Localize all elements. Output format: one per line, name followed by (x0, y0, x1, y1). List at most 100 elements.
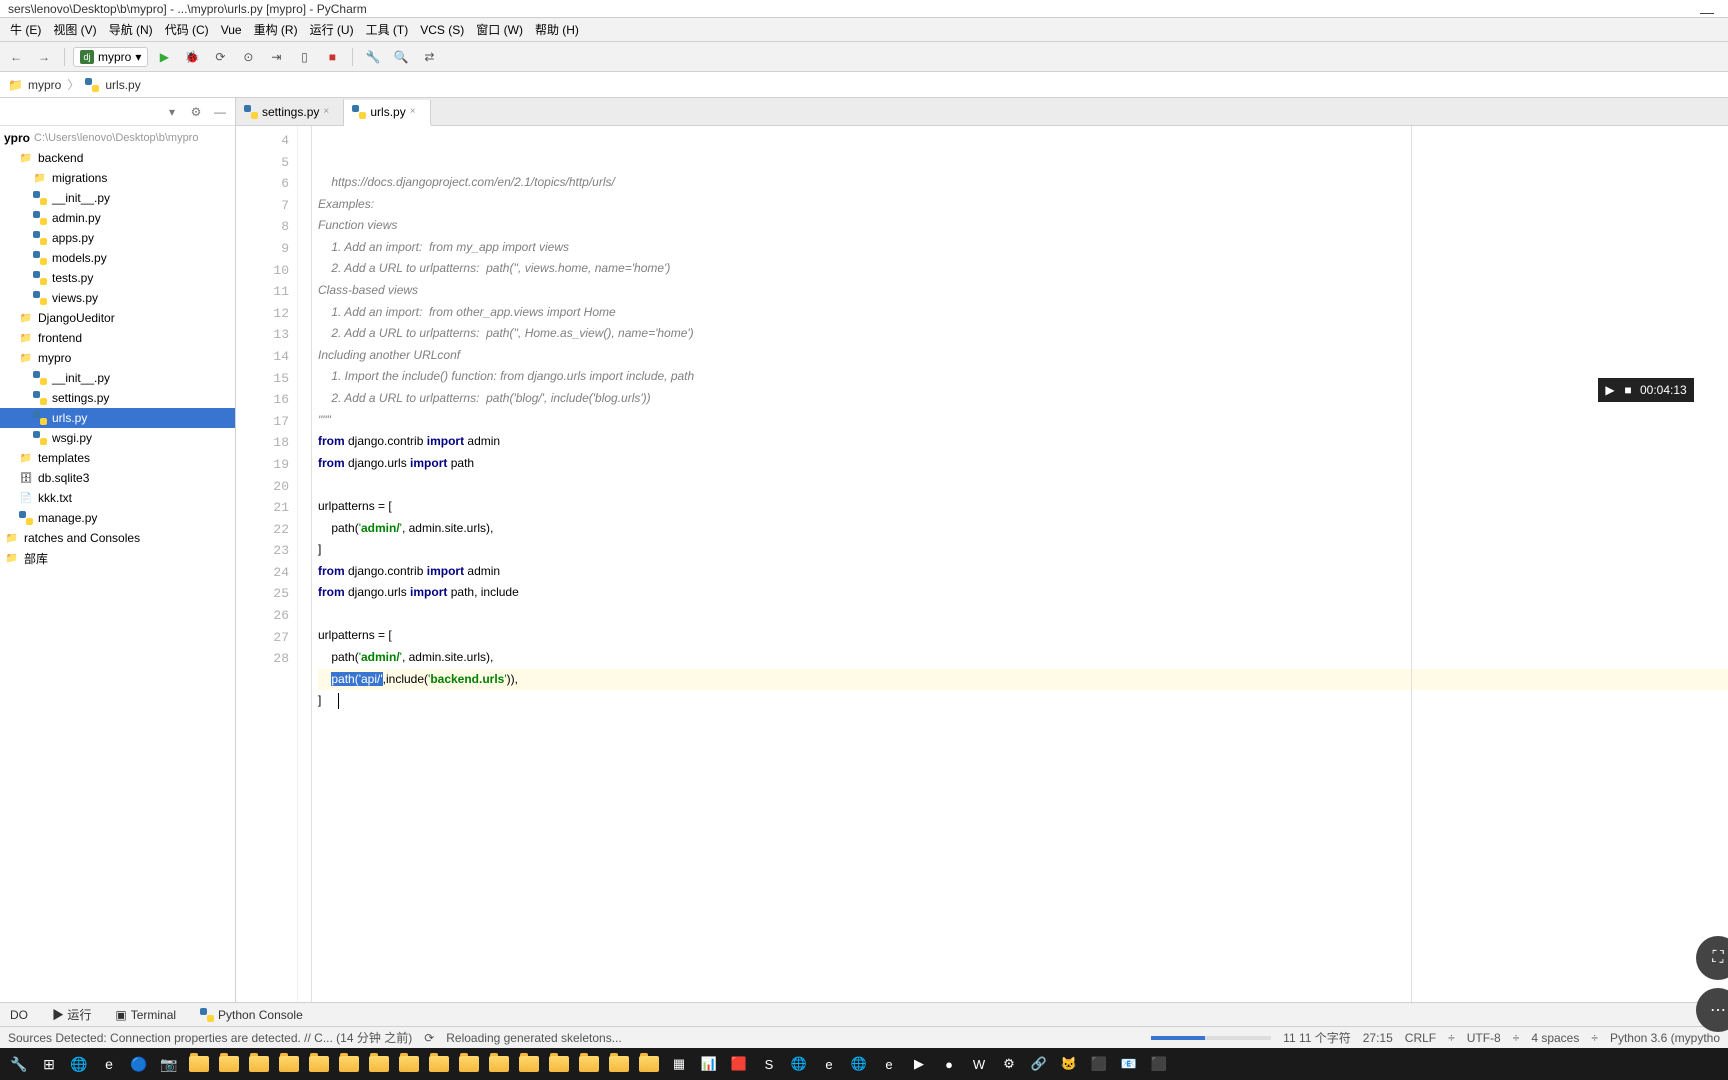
code-line[interactable]: from django.contrib import admin (318, 561, 1728, 583)
tree-row[interactable]: 📁ratches and Consoles (0, 528, 235, 548)
taskbar-folder[interactable] (455, 1050, 483, 1078)
fold-marker[interactable] (298, 450, 311, 472)
fold-marker[interactable] (298, 277, 311, 299)
code-line[interactable]: """ (318, 410, 1728, 432)
code-line[interactable]: from django.urls import path (318, 453, 1728, 475)
menu-item[interactable]: 窗口 (W) (470, 19, 529, 40)
tree-row[interactable]: manage.py (0, 508, 235, 528)
taskbar-item[interactable]: ▦ (665, 1050, 693, 1078)
back-button[interactable]: ← (4, 45, 28, 69)
taskbar-folder[interactable] (395, 1050, 423, 1078)
code-line[interactable] (318, 604, 1728, 626)
status-line-sep[interactable]: CRLF (1405, 1031, 1436, 1045)
fold-gutter[interactable] (298, 126, 312, 1002)
taskbar-folder[interactable] (485, 1050, 513, 1078)
taskbar-folder[interactable] (425, 1050, 453, 1078)
taskbar-item[interactable]: 🌐 (845, 1050, 873, 1078)
fold-marker[interactable] (298, 644, 311, 666)
fold-marker[interactable] (298, 126, 311, 148)
tree-row[interactable]: wsgi.py (0, 428, 235, 448)
taskbar-item[interactable]: 🌐 (65, 1050, 93, 1078)
code-area[interactable]: https://docs.djangoproject.com/en/2.1/to… (312, 126, 1728, 1002)
code-line[interactable]: Function views (318, 215, 1728, 237)
taskbar-folder[interactable] (605, 1050, 633, 1078)
forward-button[interactable]: → (32, 45, 56, 69)
code-line[interactable]: ] (318, 539, 1728, 561)
fold-marker[interactable] (298, 169, 311, 191)
tree-row[interactable]: 📁frontend (0, 328, 235, 348)
fold-marker[interactable] (298, 364, 311, 386)
taskbar-item[interactable]: ⬛ (1145, 1050, 1173, 1078)
tree-row[interactable]: 📁部库 (0, 548, 235, 568)
taskbar-item[interactable]: 🔗 (1025, 1050, 1053, 1078)
taskbar-item[interactable]: e (95, 1050, 123, 1078)
taskbar-item[interactable]: 🔧 (5, 1050, 33, 1078)
project-tree[interactable]: ypro C:\Users\lenovo\Desktop\b\mypro 📁ba… (0, 126, 235, 1002)
tree-row[interactable]: 📁DjangoUeditor (0, 308, 235, 328)
menu-item[interactable]: 代码 (C) (159, 19, 215, 40)
taskbar-item[interactable]: ⬛ (1085, 1050, 1113, 1078)
taskbar-item[interactable]: 🐱 (1055, 1050, 1083, 1078)
device-button[interactable]: ▯ (292, 45, 316, 69)
close-icon[interactable]: × (323, 106, 335, 118)
tree-row[interactable]: views.py (0, 288, 235, 308)
taskbar-folder[interactable] (185, 1050, 213, 1078)
breadcrumb-item[interactable]: urls.py (105, 78, 140, 92)
structure-button[interactable]: ⇄ (417, 45, 441, 69)
fold-marker[interactable] (298, 579, 311, 601)
taskbar-item[interactable]: 🟥 (725, 1050, 753, 1078)
status-interpreter[interactable]: Python 3.6 (mypytho (1610, 1031, 1720, 1045)
tree-row[interactable]: 📁mypro (0, 348, 235, 368)
code-line[interactable]: from django.contrib import admin (318, 431, 1728, 453)
menu-item[interactable]: 视图 (V) (47, 19, 102, 40)
taskbar-item[interactable]: ⊞ (35, 1050, 63, 1078)
menu-item[interactable]: Vue (215, 21, 248, 39)
tree-row[interactable]: admin.py (0, 208, 235, 228)
editor-tab[interactable]: settings.py× (236, 99, 344, 125)
menu-item[interactable]: 帮助 (H) (529, 19, 585, 40)
profile-button[interactable]: ⊙ (236, 45, 260, 69)
status-encoding[interactable]: UTF-8 (1467, 1031, 1501, 1045)
taskbar-folder[interactable] (215, 1050, 243, 1078)
window-minimize[interactable]: — (1700, 4, 1714, 20)
tree-root[interactable]: ypro C:\Users\lenovo\Desktop\b\mypro (0, 128, 235, 148)
tree-row[interactable]: apps.py (0, 228, 235, 248)
code-line[interactable]: 1. Add an import: from other_app.views i… (318, 302, 1728, 324)
code-line[interactable]: https://docs.djangoproject.com/en/2.1/to… (318, 172, 1728, 194)
fold-marker[interactable] (298, 320, 311, 342)
coverage-button[interactable]: ⟳ (208, 45, 232, 69)
code-line[interactable]: urlpatterns = [ (318, 625, 1728, 647)
tree-row[interactable]: urls.py (0, 408, 235, 428)
stop-icon[interactable]: ■ (1622, 384, 1634, 396)
fold-marker[interactable] (298, 493, 311, 515)
close-icon[interactable]: × (410, 106, 422, 118)
assist-fab[interactable]: ⋯ (1696, 988, 1728, 1032)
taskbar-item[interactable]: W (965, 1050, 993, 1078)
run-button[interactable]: ▶ (152, 45, 176, 69)
tree-row[interactable]: 📄kkk.txt (0, 488, 235, 508)
taskbar-folder[interactable] (575, 1050, 603, 1078)
sidebar-dropdown[interactable]: ▾ (163, 103, 181, 121)
code-line[interactable]: 2. Add a URL to urlpatterns: path('', Ho… (318, 323, 1728, 345)
code-line[interactable]: urlpatterns = [ (318, 496, 1728, 518)
taskbar-item[interactable]: ● (935, 1050, 963, 1078)
code-editor[interactable]: 4567891011121314151617181920212223242526… (236, 126, 1728, 1002)
fold-marker[interactable] (298, 472, 311, 494)
status-indent[interactable]: 4 spaces (1531, 1031, 1579, 1045)
bottom-tab[interactable]: DO (4, 1006, 34, 1024)
taskbar-folder[interactable] (275, 1050, 303, 1078)
menu-item[interactable]: 运行 (U) (304, 19, 360, 40)
fold-marker[interactable] (298, 428, 311, 450)
taskbar-folder[interactable] (245, 1050, 273, 1078)
menu-item[interactable]: VCS (S) (414, 21, 470, 39)
fold-marker[interactable] (298, 234, 311, 256)
taskbar-folder[interactable] (545, 1050, 573, 1078)
code-line[interactable]: path('admin/', admin.site.urls), (318, 647, 1728, 669)
tree-row[interactable]: 📁migrations (0, 168, 235, 188)
configure-button[interactable]: 🔧 (361, 45, 385, 69)
taskbar-item[interactable]: 🌐 (785, 1050, 813, 1078)
taskbar-item[interactable]: 📧 (1115, 1050, 1143, 1078)
bottom-tab[interactable]: ▣ Terminal (109, 1006, 182, 1024)
taskbar-item[interactable]: 📷 (155, 1050, 183, 1078)
menu-item[interactable]: 导航 (N) (103, 19, 159, 40)
